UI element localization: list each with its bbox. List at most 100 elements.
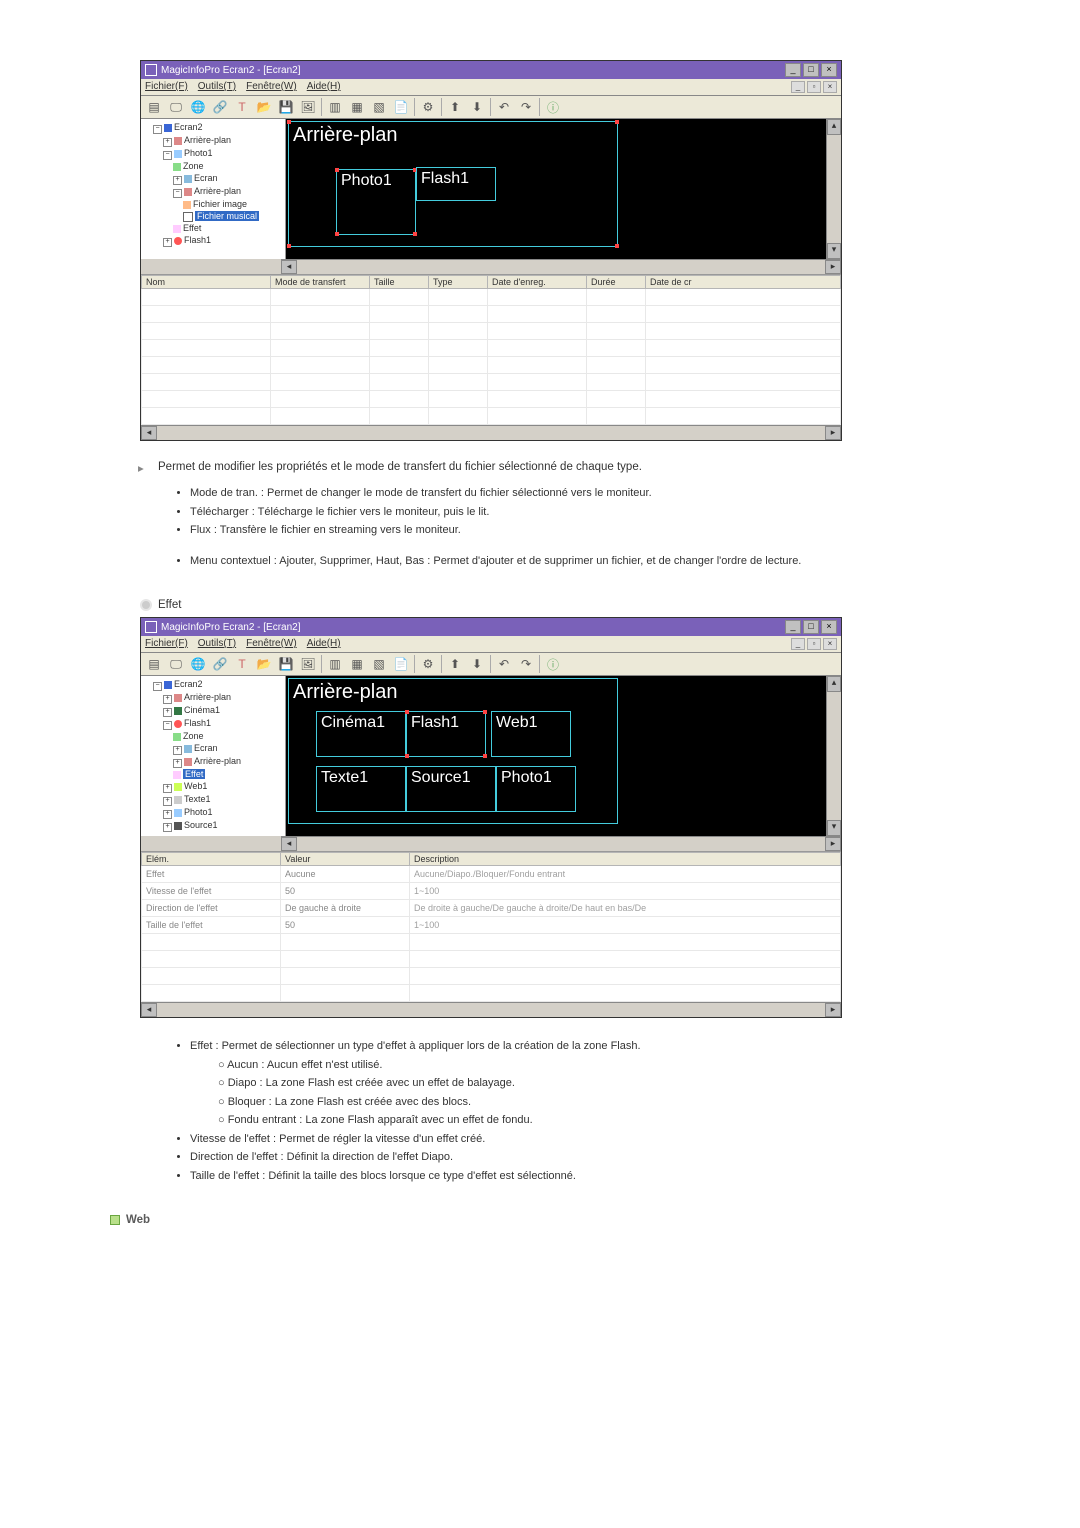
vertical-scrollbar[interactable]: ▴▾ [826, 676, 841, 836]
menu-file[interactable]: Fichier(F) [145, 81, 188, 93]
tool-folder-icon[interactable]: 📂 [255, 98, 273, 116]
tool-front-icon[interactable]: ⬆ [446, 98, 464, 116]
tool-globe-icon[interactable]: 🌐 [189, 98, 207, 116]
col-desc[interactable]: Description [410, 853, 841, 866]
horizontal-scrollbar[interactable]: ◂▸ [141, 1002, 841, 1017]
tool-image-icon[interactable]: 🖼 [299, 655, 317, 673]
region-flash1[interactable]: Flash1 [416, 167, 496, 201]
doc-close-button[interactable]: × [823, 638, 837, 650]
col-nom[interactable]: Nom [142, 276, 271, 289]
tree-item[interactable]: Arrière-plan [194, 756, 241, 766]
maximize-button[interactable]: □ [803, 63, 819, 77]
tool-save-icon[interactable]: 💾 [277, 655, 295, 673]
tool-align3-icon[interactable]: ▧ [370, 98, 388, 116]
table-row[interactable] [142, 985, 841, 1002]
tool-screen-icon[interactable]: ▤ [145, 655, 163, 673]
tree-item[interactable]: Ecran2 [174, 122, 203, 132]
table-row[interactable] [142, 323, 841, 340]
tool-image-icon[interactable]: 🖼 [299, 98, 317, 116]
col-datecr[interactable]: Date de cr [646, 276, 841, 289]
tool-link-icon[interactable]: 🔗 [211, 98, 229, 116]
tool-gear-icon[interactable]: ⚙ [419, 98, 437, 116]
tool-undo-icon[interactable]: ↶ [495, 655, 513, 673]
tool-monitor-icon[interactable]: 🖵 [167, 98, 185, 116]
tool-monitor-icon[interactable]: 🖵 [167, 655, 185, 673]
table-row[interactable]: Direction de l'effet De gauche à droite … [142, 900, 841, 917]
tree-item[interactable]: Zone [183, 161, 204, 171]
tool-align2-icon[interactable]: ▦ [348, 655, 366, 673]
table-row[interactable] [142, 289, 841, 306]
table-row[interactable] [142, 968, 841, 985]
tree-item[interactable]: Ecran [194, 173, 218, 183]
menu-window[interactable]: Fenêtre(W) [246, 638, 297, 650]
minimize-button[interactable]: _ [785, 63, 801, 77]
tool-screen-icon[interactable]: ▤ [145, 98, 163, 116]
col-date[interactable]: Date d'enreg. [488, 276, 587, 289]
tool-undo-icon[interactable]: ↶ [495, 98, 513, 116]
vertical-scrollbar[interactable]: ▴▾ [826, 119, 841, 259]
tree-item[interactable]: Effet [183, 223, 201, 233]
close-button[interactable]: × [821, 620, 837, 634]
tree-item[interactable]: Arrière-plan [194, 186, 241, 196]
menu-file[interactable]: Fichier(F) [145, 638, 188, 650]
tool-doc-icon[interactable]: 📄 [392, 98, 410, 116]
tree-item[interactable]: Fichier image [193, 199, 247, 209]
col-type[interactable]: Type [429, 276, 488, 289]
tree-item[interactable]: Photo1 [184, 148, 213, 158]
table-row[interactable]: Effet Aucune Aucune/Diapo./Bloquer/Fondu… [142, 866, 841, 883]
tool-align1-icon[interactable]: ▥ [326, 655, 344, 673]
menu-help[interactable]: Aide(H) [307, 638, 341, 650]
tree-item[interactable]: Cinéma1 [184, 705, 220, 715]
menu-tools[interactable]: Outils(T) [198, 81, 236, 93]
maximize-button[interactable]: □ [803, 620, 819, 634]
tool-gear-icon[interactable]: ⚙ [419, 655, 437, 673]
tool-align3-icon[interactable]: ▧ [370, 655, 388, 673]
menu-tools[interactable]: Outils(T) [198, 638, 236, 650]
titlebar[interactable]: MagicInfoPro Ecran2 - [Ecran2] _ □ × [141, 618, 841, 636]
col-taille[interactable]: Taille [370, 276, 429, 289]
tool-folder-icon[interactable]: 📂 [255, 655, 273, 673]
titlebar[interactable]: MagicInfoPro Ecran2 - [Ecran2] _ □ × [141, 61, 841, 79]
canvas[interactable]: Arrière-plan Photo1 Flash1 ▴▾ [286, 119, 841, 259]
tree-item-selected[interactable]: Effet [183, 769, 205, 779]
doc-minimize-button[interactable]: _ [791, 81, 805, 93]
menu-window[interactable]: Fenêtre(W) [246, 81, 297, 93]
tree-item[interactable]: Flash1 [184, 235, 211, 245]
table-row[interactable] [142, 391, 841, 408]
doc-close-button[interactable]: × [823, 81, 837, 93]
tree-item[interactable]: Flash1 [184, 718, 211, 728]
tool-back-icon[interactable]: ⬇ [468, 655, 486, 673]
table-row[interactable] [142, 374, 841, 391]
tree-item[interactable]: Arrière-plan [184, 135, 231, 145]
tool-align2-icon[interactable]: ▦ [348, 98, 366, 116]
tree-pane[interactable]: −Ecran2 +Arrière-plan +Cinéma1 −Flash1 Z… [141, 676, 286, 836]
canvas[interactable]: Arrière-plan Cinéma1 Flash1 Web1 Texte1 … [286, 676, 841, 836]
tool-align1-icon[interactable]: ▥ [326, 98, 344, 116]
tree-item[interactable]: Ecran [194, 743, 218, 753]
tool-redo-icon[interactable]: ↷ [517, 98, 535, 116]
region-flash1[interactable]: Flash1 [406, 711, 486, 757]
table-row[interactable] [142, 934, 841, 951]
tree-item[interactable]: Arrière-plan [184, 692, 231, 702]
table-row[interactable]: Vitesse de l'effet 50 1~100 [142, 883, 841, 900]
table-row[interactable] [142, 951, 841, 968]
file-table[interactable]: Nom Mode de transfert Taille Type Date d… [141, 274, 841, 425]
effect-table[interactable]: Elém. Valeur Description Effet Aucune Au… [141, 851, 841, 1002]
tool-text-icon[interactable]: T [233, 98, 251, 116]
tree-item-selected[interactable]: Fichier musical [195, 211, 259, 221]
tool-globe-icon[interactable]: 🌐 [189, 655, 207, 673]
tree-item[interactable]: Texte1 [184, 794, 211, 804]
table-row[interactable] [142, 340, 841, 357]
tool-back-icon[interactable]: ⬇ [468, 98, 486, 116]
tree-item[interactable]: Ecran2 [174, 679, 203, 689]
doc-restore-button[interactable]: ▫ [807, 81, 821, 93]
region-photo1[interactable]: Photo1 [496, 766, 576, 812]
tool-text-icon[interactable]: T [233, 655, 251, 673]
horizontal-scrollbar[interactable]: ◂▸ [281, 259, 841, 274]
close-button[interactable]: × [821, 63, 837, 77]
tool-info-icon[interactable]: ⓘ [544, 98, 562, 116]
table-row[interactable] [142, 306, 841, 323]
col-mode[interactable]: Mode de transfert [271, 276, 370, 289]
region-source1[interactable]: Source1 [406, 766, 496, 812]
tree-item[interactable]: Zone [183, 731, 204, 741]
